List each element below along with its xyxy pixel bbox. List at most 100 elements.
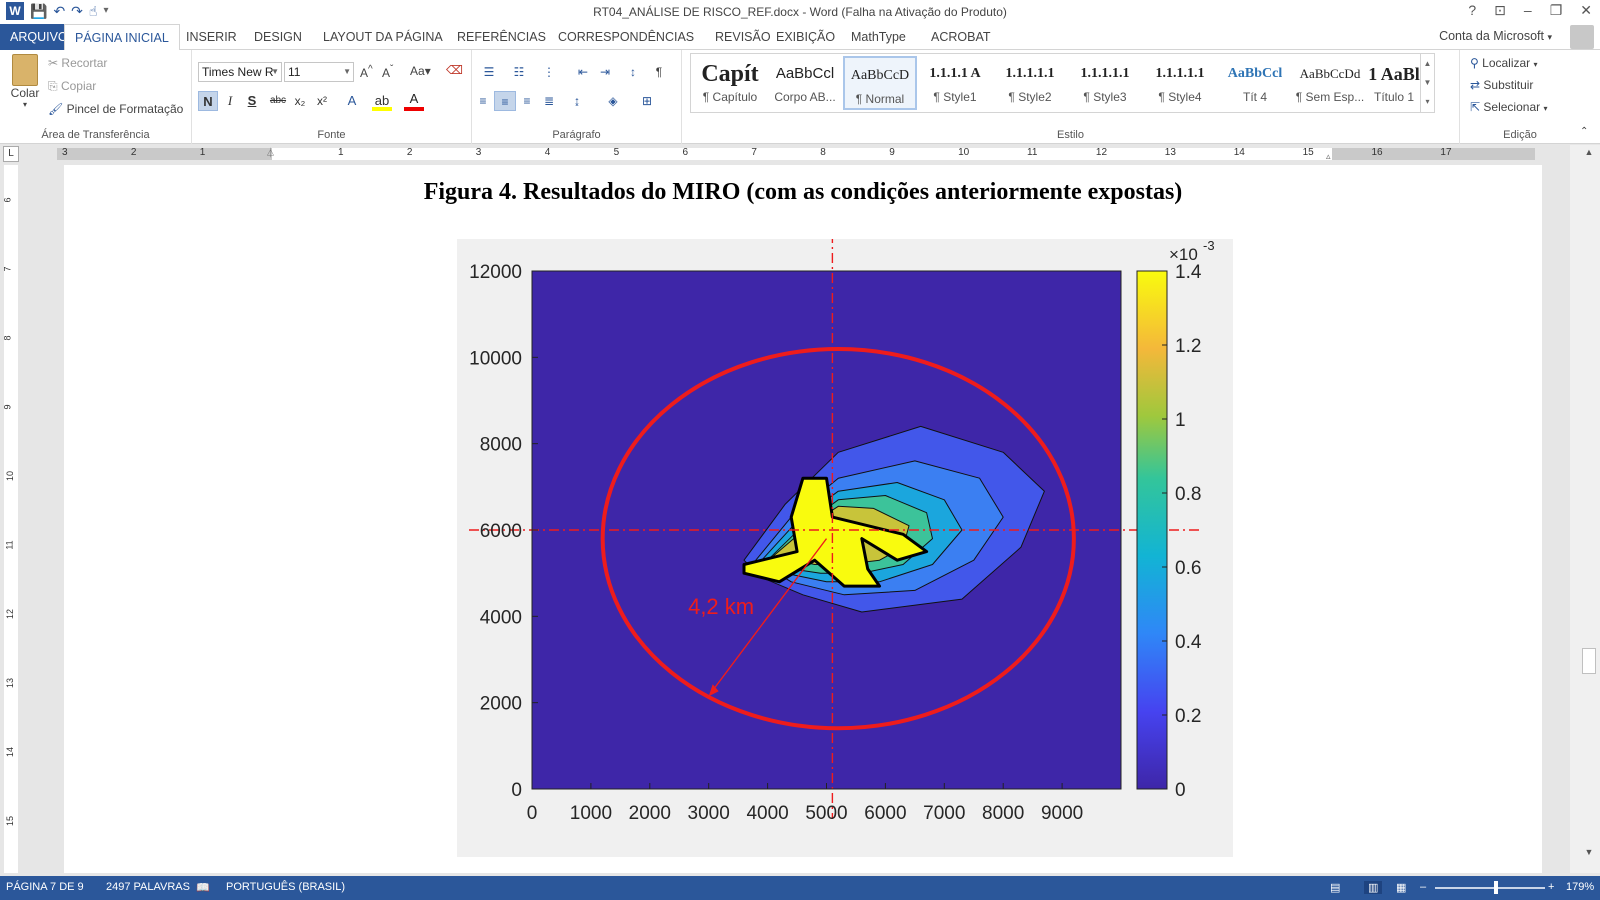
paste-button[interactable]: Colar ▾ bbox=[8, 54, 42, 109]
font-name-combo[interactable]: Times New R ▼ bbox=[198, 62, 282, 82]
ribbon-display-icon[interactable]: ⊡ bbox=[1494, 2, 1506, 19]
style-name: ¶ Style4 bbox=[1158, 90, 1202, 104]
word-count[interactable]: 2497 PALAVRAS bbox=[106, 881, 190, 893]
style-style1[interactable]: 1.1.1.1 A ¶ Style1 bbox=[918, 56, 992, 110]
text-effects-icon[interactable]: A bbox=[342, 91, 362, 111]
minimize-button[interactable]: – bbox=[1524, 2, 1532, 19]
align-center-icon[interactable]: ≡ bbox=[494, 91, 516, 111]
figure-image[interactable]: 4,2 km 0 1000 2000 3000 4000 5000 6000 7000 8000 9… bbox=[457, 233, 1233, 857]
style-style4[interactable]: 1.1.1.1.1 ¶ Style4 bbox=[1143, 56, 1217, 110]
read-mode-icon[interactable]: ▤ bbox=[1330, 881, 1340, 894]
find-button[interactable]: ⚲ Localizar ▾ bbox=[1470, 56, 1538, 70]
vertical-scrollbar[interactable]: ▲ ▼ bbox=[1570, 145, 1600, 873]
clipboard-group: Colar ▾ ✂ Recortar ⎘ Copiar 🖌 Pincel de … bbox=[0, 50, 192, 144]
subscript-button[interactable]: x₂ bbox=[290, 91, 310, 111]
proofing-icon[interactable]: 📖 bbox=[196, 881, 210, 894]
tab-insert[interactable]: INSERIR bbox=[176, 24, 247, 50]
web-layout-icon[interactable]: ▦ bbox=[1396, 881, 1406, 894]
chevron-down-icon: ▼ bbox=[271, 67, 279, 76]
italic-button[interactable]: I bbox=[220, 91, 240, 111]
highlight-icon[interactable]: ab bbox=[372, 91, 392, 111]
zoom-in-icon[interactable]: + bbox=[1548, 881, 1554, 893]
tab-references[interactable]: REFERÊNCIAS bbox=[447, 24, 556, 50]
style-capitulo[interactable]: Capít ¶ Capítulo bbox=[693, 56, 767, 110]
account-menu[interactable]: Conta da Microsoft ▾ bbox=[1439, 29, 1552, 43]
style-name: Tít 4 bbox=[1242, 90, 1267, 104]
tab-mathtype[interactable]: MathType bbox=[841, 24, 916, 50]
multilevel-list-icon[interactable]: ⋮ bbox=[538, 62, 560, 82]
copy-button[interactable]: ⎘ Copiar bbox=[48, 79, 96, 94]
style-style2[interactable]: 1.1.1.1.1 ¶ Style2 bbox=[993, 56, 1067, 110]
shrink-font-button[interactable]: Aˇ bbox=[382, 64, 393, 80]
line-spacing-icon[interactable]: ↨ bbox=[566, 91, 588, 111]
style-sem-espacamento[interactable]: AaBbCcDd ¶ Sem Esp... bbox=[1293, 56, 1367, 110]
pilcrow-icon[interactable]: ¶ bbox=[648, 62, 670, 82]
style-tit4[interactable]: AaBbCcl Tít 4 bbox=[1218, 56, 1292, 110]
decrease-indent-icon[interactable]: ⇤ bbox=[572, 62, 594, 82]
restore-button[interactable]: ❐ bbox=[1550, 2, 1563, 19]
styles-gallery-scroll[interactable]: ▲ ▼ ▾ bbox=[1420, 54, 1434, 112]
scroll-thumb[interactable] bbox=[1582, 648, 1596, 674]
page-count[interactable]: PÁGINA 7 DE 9 bbox=[6, 881, 84, 893]
style-titulo1[interactable]: 1 AaBl Título 1 bbox=[1368, 56, 1420, 110]
style-corpo[interactable]: AaBbCcl Corpo AB... bbox=[768, 56, 842, 110]
replace-button[interactable]: ⇄ Substituir bbox=[1470, 78, 1533, 92]
tab-mailings[interactable]: CORRESPONDÊNCIAS bbox=[548, 24, 704, 50]
x-tick-label: 1000 bbox=[570, 803, 612, 824]
gallery-more-icon[interactable]: ▾ bbox=[1421, 92, 1434, 111]
tab-acrobat[interactable]: ACROBAT bbox=[921, 24, 1001, 50]
style-normal[interactable]: AaBbCcD ¶ Normal bbox=[843, 56, 917, 110]
ruler-number: 2 bbox=[406, 147, 413, 158]
change-case-button[interactable]: Aa▾ bbox=[410, 64, 431, 78]
zoom-out-icon[interactable]: – bbox=[1420, 881, 1426, 893]
zoom-level[interactable]: 179% bbox=[1566, 881, 1594, 893]
tab-page-layout[interactable]: LAYOUT DA PÁGINA bbox=[313, 24, 453, 50]
chevron-up-icon[interactable]: ▲ bbox=[1421, 54, 1434, 73]
cut-button[interactable]: ✂ Recortar bbox=[48, 56, 107, 70]
bullets-icon[interactable]: ☰ bbox=[478, 62, 500, 82]
right-indent-marker[interactable]: ▵ bbox=[1326, 151, 1331, 162]
document-area[interactable]: Figura 4. Resultados do MIRO (com as con… bbox=[22, 165, 1568, 873]
figure-caption[interactable]: Figura 4. Resultados do MIRO (com as con… bbox=[64, 179, 1542, 206]
tab-design[interactable]: DESIGN bbox=[244, 24, 312, 50]
grow-font-button[interactable]: A^ bbox=[360, 64, 373, 80]
underline-button[interactable]: S bbox=[242, 91, 262, 111]
document-page[interactable]: Figura 4. Resultados do MIRO (com as con… bbox=[64, 165, 1542, 873]
borders-icon[interactable]: ⊞ bbox=[636, 91, 658, 111]
zoom-slider-thumb[interactable] bbox=[1494, 881, 1498, 894]
justify-icon[interactable]: ≣ bbox=[538, 91, 560, 111]
style-style3[interactable]: 1.1.1.1.1 ¶ Style3 bbox=[1068, 56, 1142, 110]
sort-icon[interactable]: ↕ bbox=[622, 62, 644, 82]
print-layout-icon[interactable]: ▥ bbox=[1364, 881, 1383, 894]
colorbar-tick-label: 0 bbox=[1175, 780, 1186, 801]
strikethrough-button[interactable]: abc bbox=[268, 91, 288, 111]
clear-format-icon[interactable]: ⌫ bbox=[446, 63, 463, 77]
superscript-button[interactable]: x² bbox=[312, 91, 332, 111]
increase-indent-icon[interactable]: ⇥ bbox=[594, 62, 616, 82]
horizontal-ruler[interactable]: L 3 2 1 1 2 3 4 5 6 7 8 9 10 11 12 13 14 15 16 17 ⏃ ▵ bbox=[0, 145, 1600, 163]
scroll-down-icon[interactable]: ▼ bbox=[1582, 847, 1596, 857]
format-painter-button[interactable]: 🖌 Pincel de Formatação bbox=[48, 102, 183, 116]
align-right-icon[interactable]: ≡ bbox=[516, 91, 538, 111]
tab-view[interactable]: EXIBIÇÃO bbox=[766, 24, 845, 50]
font-size-combo[interactable]: 11 ▼ bbox=[284, 62, 354, 82]
zoom-slider[interactable] bbox=[1435, 887, 1545, 889]
align-left-icon[interactable]: ≡ bbox=[472, 91, 494, 111]
shading-icon[interactable]: ◈ bbox=[602, 91, 624, 111]
language[interactable]: PORTUGUÊS (BRASIL) bbox=[226, 881, 345, 893]
chevron-down-icon[interactable]: ▼ bbox=[1421, 73, 1434, 92]
collapse-ribbon-icon[interactable]: ⌃ bbox=[1580, 126, 1588, 137]
select-button[interactable]: ⇱ Selecionar ▾ bbox=[1470, 100, 1547, 114]
tab-selector[interactable]: L bbox=[3, 146, 19, 162]
scroll-up-icon[interactable]: ▲ bbox=[1582, 147, 1596, 157]
help-button[interactable]: ? bbox=[1468, 2, 1476, 19]
font-color-icon[interactable]: A bbox=[404, 91, 424, 111]
numbering-icon[interactable]: ☷ bbox=[508, 62, 530, 82]
avatar[interactable] bbox=[1570, 25, 1594, 49]
bold-button[interactable]: N bbox=[198, 91, 218, 111]
ruler-number: 10 bbox=[958, 147, 970, 158]
style-sample: 1 AaBl bbox=[1368, 64, 1420, 84]
indent-marker[interactable]: ⏃ bbox=[266, 146, 275, 159]
tab-home[interactable]: PÁGINA INICIAL bbox=[64, 24, 180, 51]
close-button[interactable]: ✕ bbox=[1580, 2, 1592, 19]
